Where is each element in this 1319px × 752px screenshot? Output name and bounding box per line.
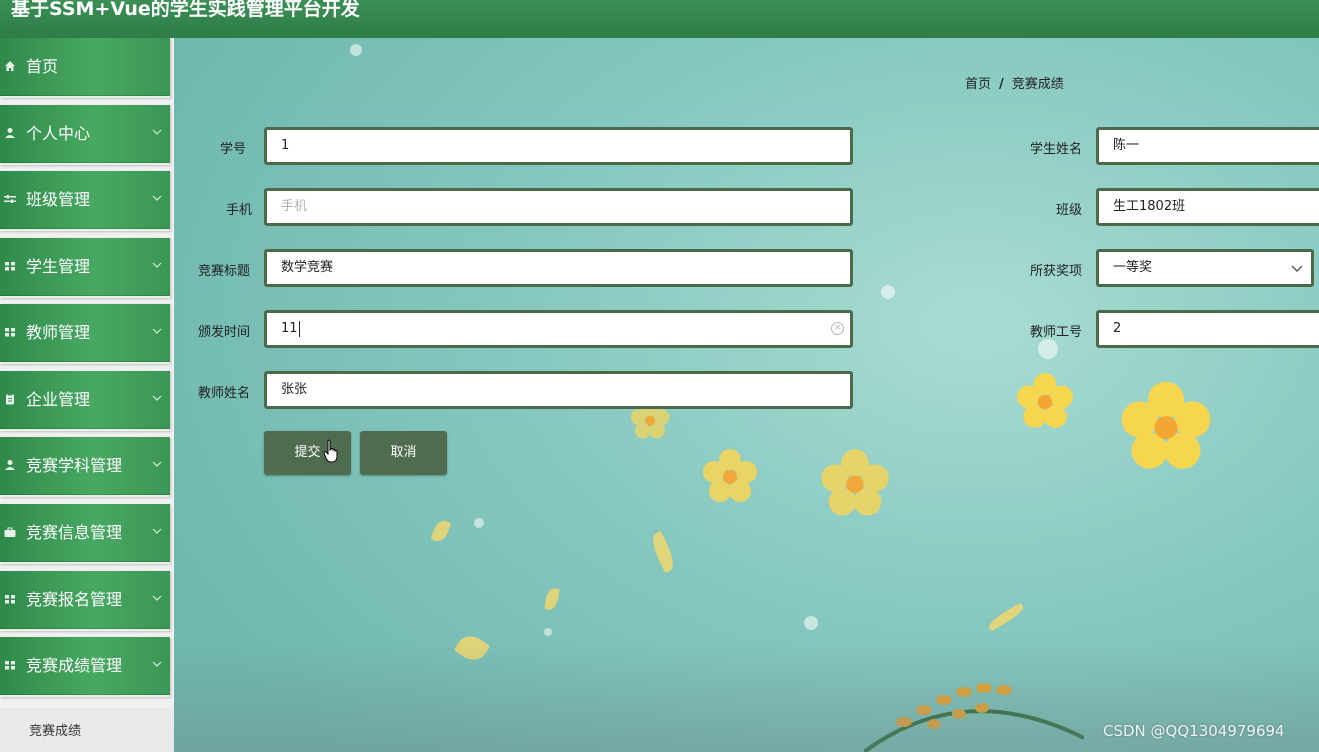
sidebar-item-company-management[interactable]: 企业管理 [0, 371, 170, 431]
hand-cursor-icon [323, 439, 338, 463]
sidebar-item-teacher-management[interactable]: 教师管理 [0, 304, 170, 364]
phone-input[interactable]: 手机 [264, 188, 853, 226]
sidebar-item-label: 学生管理 [26, 257, 91, 276]
petal-decoration [544, 587, 560, 611]
phone-label: 手机 [226, 203, 253, 218]
chevron-down-icon [152, 595, 162, 601]
student-name-label: 学生姓名 [1030, 142, 1083, 157]
grid-icon [4, 659, 16, 671]
breadcrumb-separator: / [999, 77, 1004, 92]
grid-icon [4, 593, 16, 605]
chevron-down-icon [152, 129, 162, 135]
sidebar-item-label: 竞赛信息管理 [26, 523, 123, 542]
sidebar-item-home[interactable]: 首页 [0, 38, 170, 98]
sidebar: 首页 个人中心 班级管理 学生管理 教师管理 企业管理 竞赛学科管理 竞赛信息管… [0, 38, 174, 752]
watermark: CSDN @QQ1304979694 [1103, 722, 1285, 740]
bokeh-decoration [804, 616, 818, 630]
bokeh-decoration [474, 518, 484, 528]
class-input[interactable]: 生工1802班 [1096, 188, 1319, 226]
sidebar-item-label: 竞赛报名管理 [26, 590, 123, 609]
student-id-value: 1 [281, 138, 290, 153]
sidebar-item-class-management[interactable]: 班级管理 [0, 171, 170, 231]
user-icon [4, 459, 16, 471]
class-value: 生工1802班 [1113, 199, 1186, 214]
breadcrumb-home[interactable]: 首页 [965, 77, 991, 92]
student-name-input[interactable]: 陈一 [1096, 127, 1319, 165]
home-icon [4, 60, 16, 72]
app-title: 基于SSM+Vue的学生实践管理平台开发 [11, 0, 360, 20]
issue-time-input[interactable]: 11 × [264, 310, 853, 348]
teacher-name-value: 张张 [281, 382, 308, 397]
petal-decoration [430, 518, 452, 544]
competition-title-label: 竞赛标题 [198, 264, 251, 279]
student-id-label: 学号 [220, 142, 247, 157]
flower-decoration [1017, 373, 1073, 428]
sidebar-item-label: 首页 [26, 57, 59, 76]
chevron-down-icon [152, 328, 162, 334]
sidebar-item-student-management[interactable]: 学生管理 [0, 238, 170, 298]
chevron-down-icon [152, 661, 162, 667]
flower-decoration [1121, 381, 1211, 469]
competition-title-input[interactable]: 数学竞赛 [264, 249, 853, 287]
phone-placeholder: 手机 [281, 199, 308, 214]
chevron-down-icon [152, 195, 162, 201]
chevron-down-icon [152, 461, 162, 467]
petal-decoration [648, 530, 678, 574]
text-caret [298, 320, 300, 337]
bokeh-decoration [350, 44, 362, 56]
sidebar-item-label: 班级管理 [26, 190, 91, 209]
sidebar-item-competition-subject-management[interactable]: 竞赛学科管理 [0, 437, 170, 497]
clear-icon[interactable]: × [831, 322, 844, 335]
award-select[interactable]: 一等奖 [1096, 249, 1314, 287]
clipboard-icon [4, 393, 16, 405]
breadcrumb: 首页 / 竞赛成绩 [965, 73, 1064, 92]
app-header: 基于SSM+Vue的学生实践管理平台开发 [0, 0, 1319, 38]
award-label: 所获奖项 [1030, 264, 1083, 279]
sidebar-subitem-label: 竞赛成绩 [29, 724, 82, 739]
issue-time-label: 颁发时间 [198, 325, 251, 340]
award-value: 一等奖 [1113, 260, 1153, 275]
sidebar-item-competition-score-management[interactable]: 竞赛成绩管理 [0, 637, 170, 697]
main-content: 首页 / 竞赛成绩 学号 1 学生姓名 陈一 手机 手机 班级 生工1802班 竞赛… [174, 38, 1319, 752]
sidebar-item-label: 个人中心 [26, 124, 91, 143]
teacher-name-input[interactable]: 张张 [264, 371, 853, 409]
teacher-name-label: 教师姓名 [198, 386, 251, 401]
flower-decoration [821, 449, 889, 516]
competition-title-value: 数学竞赛 [281, 260, 334, 275]
student-id-input[interactable]: 1 [264, 127, 853, 165]
sidebar-item-label: 教师管理 [26, 323, 91, 342]
sidebar-item-personal-center[interactable]: 个人中心 [0, 105, 170, 165]
chevron-down-icon [152, 395, 162, 401]
sidebar-item-label: 竞赛成绩管理 [26, 656, 123, 675]
sidebar-subitem-competition-score[interactable]: 竞赛成绩 [0, 708, 174, 752]
briefcase-icon [4, 526, 16, 538]
sidebar-item-label: 企业管理 [26, 390, 91, 409]
bokeh-decoration [881, 285, 895, 299]
bokeh-decoration [1038, 339, 1058, 359]
teacher-id-label: 教师工号 [1030, 325, 1083, 340]
sliders-icon [4, 193, 16, 205]
chevron-down-icon [152, 528, 162, 534]
grid-icon [4, 260, 16, 272]
sidebar-item-competition-info-management[interactable]: 竞赛信息管理 [0, 504, 170, 564]
sidebar-item-label: 竞赛学科管理 [26, 456, 123, 475]
chevron-down-icon [152, 262, 162, 268]
teacher-id-value: 2 [1113, 321, 1122, 336]
sidebar-item-competition-registration-management[interactable]: 竞赛报名管理 [0, 571, 170, 631]
flower-decoration [703, 449, 757, 502]
user-icon [4, 127, 16, 139]
student-name-value: 陈一 [1113, 138, 1140, 153]
petal-decoration [986, 602, 1026, 632]
bokeh-decoration [544, 628, 552, 636]
cancel-button[interactable]: 取消 [360, 431, 447, 475]
breadcrumb-current: 竞赛成绩 [1011, 77, 1064, 92]
chevron-down-icon [1291, 265, 1303, 272]
teacher-id-input[interactable]: 2 [1096, 310, 1319, 348]
issue-time-value: 11 [281, 321, 298, 336]
grid-icon [4, 326, 16, 338]
class-label: 班级 [1056, 203, 1083, 218]
